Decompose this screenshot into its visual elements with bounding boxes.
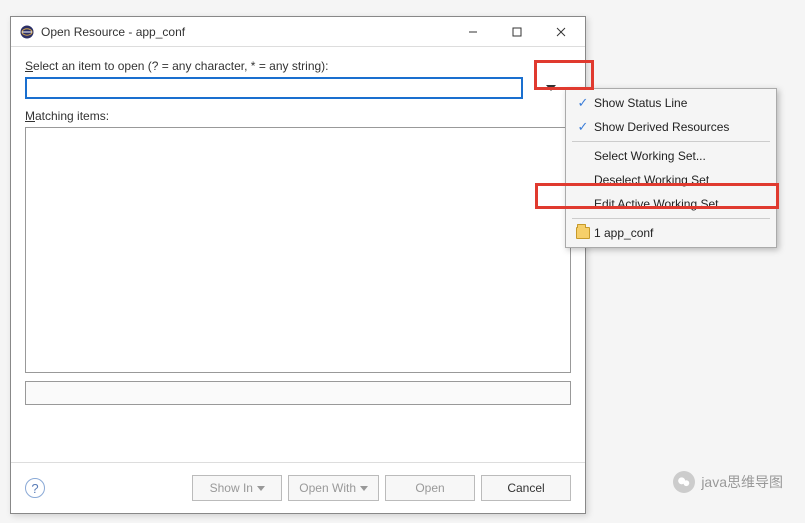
view-menu: ✓ Show Status Line ✓ Show Derived Resour… xyxy=(565,88,777,248)
check-icon: ✓ xyxy=(578,119,589,135)
open-button[interactable]: Open xyxy=(385,475,475,501)
menu-edit-active-working-set[interactable]: Edit Active Working Set... xyxy=(568,192,774,216)
menu-item-label: Edit Active Working Set... xyxy=(594,197,729,211)
wechat-icon xyxy=(673,471,695,493)
menu-item-label: Select Working Set... xyxy=(594,149,706,163)
minimize-button[interactable] xyxy=(451,18,495,46)
cancel-button[interactable]: Cancel xyxy=(481,475,571,501)
help-icon[interactable]: ? xyxy=(25,478,45,498)
menu-show-status-line[interactable]: ✓ Show Status Line xyxy=(568,91,774,115)
menu-select-working-set[interactable]: Select Working Set... xyxy=(568,144,774,168)
menu-show-derived-resources[interactable]: ✓ Show Derived Resources xyxy=(568,115,774,139)
dialog-body: Select an item to open (? = any characte… xyxy=(11,47,585,462)
window-buttons xyxy=(451,18,583,46)
open-resource-dialog: Open Resource - app_conf Select an item … xyxy=(10,16,586,514)
status-bar xyxy=(25,381,571,405)
menu-item-label: Show Status Line xyxy=(594,96,687,110)
open-with-button[interactable]: Open With xyxy=(288,475,379,501)
select-item-label: Select an item to open (? = any characte… xyxy=(25,59,571,73)
menu-deselect-working-set[interactable]: Deselect Working Set xyxy=(568,168,774,192)
check-icon: ✓ xyxy=(578,95,589,111)
titlebar: Open Resource - app_conf xyxy=(11,17,585,47)
menu-recent-working-set[interactable]: 1 app_conf xyxy=(568,221,774,245)
menu-separator xyxy=(572,141,770,142)
watermark-text: java思维导图 xyxy=(701,472,783,492)
close-button[interactable] xyxy=(539,18,583,46)
chevron-down-icon xyxy=(360,486,368,491)
matching-items-list[interactable] xyxy=(25,127,571,373)
dialog-title: Open Resource - app_conf xyxy=(41,25,451,39)
menu-item-label: Deselect Working Set xyxy=(594,173,709,187)
chevron-down-icon xyxy=(257,486,265,491)
folder-icon xyxy=(576,227,590,239)
search-input[interactable] xyxy=(25,77,523,99)
menu-item-label: Show Derived Resources xyxy=(594,120,729,134)
triangle-down-icon xyxy=(546,85,556,91)
menu-separator xyxy=(572,218,770,219)
matching-items-label: Matching items: xyxy=(25,109,571,123)
button-bar: ? Show In Open With Open Cancel xyxy=(11,462,585,513)
maximize-button[interactable] xyxy=(495,18,539,46)
menu-item-label: 1 app_conf xyxy=(594,226,653,240)
show-in-button[interactable]: Show In xyxy=(192,475,282,501)
eclipse-icon xyxy=(19,24,35,40)
watermark: java思维导图 xyxy=(673,471,783,493)
